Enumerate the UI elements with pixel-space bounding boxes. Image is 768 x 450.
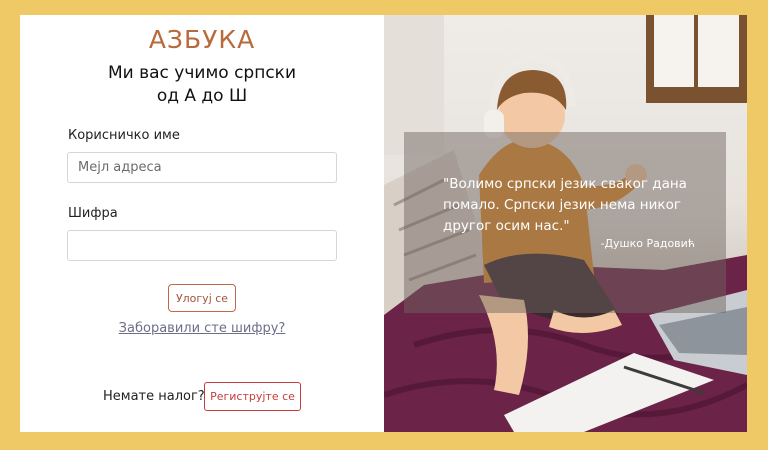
register-button[interactable]: Региструјте се [204,382,301,411]
quote-text: "Волимо српски језик сваког дана помало.… [443,176,687,234]
tagline: Ми вас учимо српски од А до Ш [20,62,384,108]
username-label: Корисничко име [68,128,180,143]
hero-photo: "Волимо српски језик сваког дана помало.… [384,15,747,432]
login-card: АЗБУКА Ми вас учимо српски од А до Ш Кор… [20,15,747,432]
forgot-password-link[interactable]: Заборавили сте шифру? [20,321,384,336]
tagline-line-2: од А до Ш [156,86,248,106]
tagline-line-1: Ми вас учимо српски [107,63,296,83]
quote-author: -Душко Радовић [600,237,695,250]
login-panel: АЗБУКА Ми вас учимо српски од А до Ш Кор… [20,15,384,432]
quote-box: "Волимо српски језик сваког дана помало.… [404,132,726,313]
password-input[interactable] [67,230,337,261]
no-account-text: Немате налог? [103,389,205,404]
forgot-password-text[interactable]: Заборавили сте шифру? [119,321,286,336]
login-button[interactable]: Улогуј се [168,284,236,312]
email-input[interactable] [67,152,337,183]
password-label: Шифра [68,206,118,221]
brand-logo-text: АЗБУКА [148,25,256,54]
